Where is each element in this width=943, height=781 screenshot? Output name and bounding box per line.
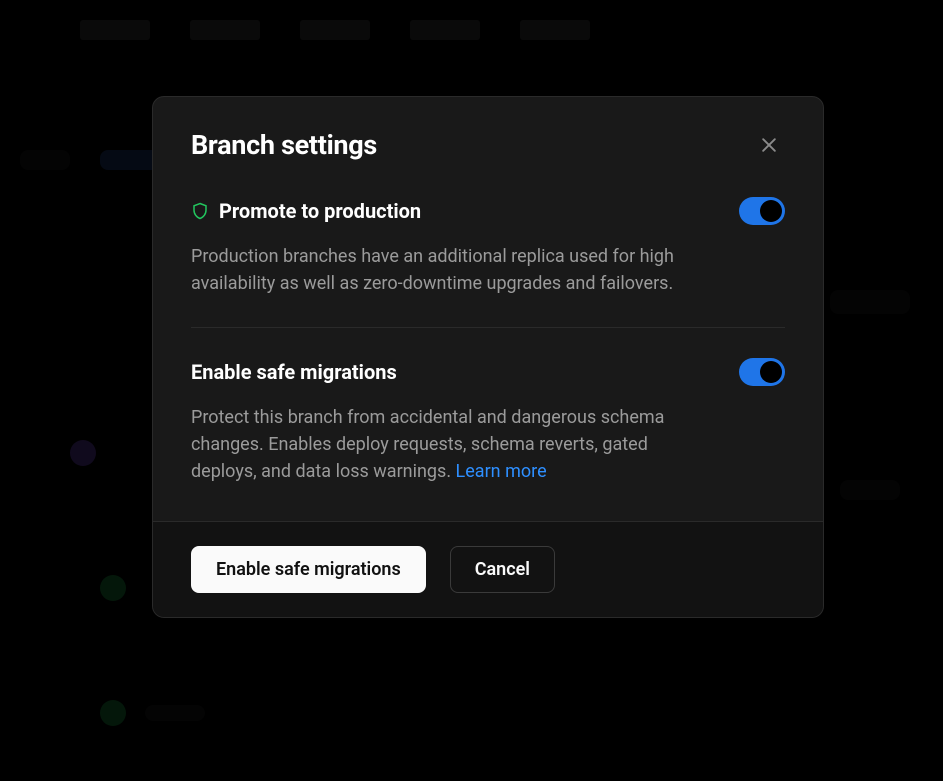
branch-settings-modal: Branch settings Promote to production Pr… — [152, 96, 824, 618]
promote-production-heading: Promote to production — [191, 199, 421, 223]
promote-production-section: Promote to production Production branche… — [153, 185, 823, 327]
promote-production-toggle[interactable] — [739, 197, 785, 225]
safe-migrations-description: Protect this branch from accidental and … — [191, 404, 711, 485]
shield-icon — [191, 201, 209, 221]
safe-migrations-label: Enable safe migrations — [191, 360, 397, 384]
modal-header: Branch settings — [153, 97, 823, 185]
safe-migrations-heading: Enable safe migrations — [191, 360, 397, 384]
safe-migrations-description-text: Protect this branch from accidental and … — [191, 407, 664, 482]
learn-more-link[interactable]: Learn more — [456, 461, 547, 482]
close-icon — [759, 135, 779, 155]
cancel-button[interactable]: Cancel — [450, 546, 555, 593]
close-button[interactable] — [753, 129, 785, 161]
safe-migrations-section: Enable safe migrations Protect this bran… — [153, 328, 823, 521]
safe-migrations-toggle[interactable] — [739, 358, 785, 386]
promote-production-label: Promote to production — [219, 199, 421, 223]
toggle-knob — [760, 200, 782, 222]
promote-production-description: Production branches have an additional r… — [191, 243, 711, 297]
toggle-knob — [760, 361, 782, 383]
modal-footer: Enable safe migrations Cancel — [153, 521, 823, 617]
enable-safe-migrations-button[interactable]: Enable safe migrations — [191, 546, 426, 593]
modal-title: Branch settings — [191, 129, 377, 161]
